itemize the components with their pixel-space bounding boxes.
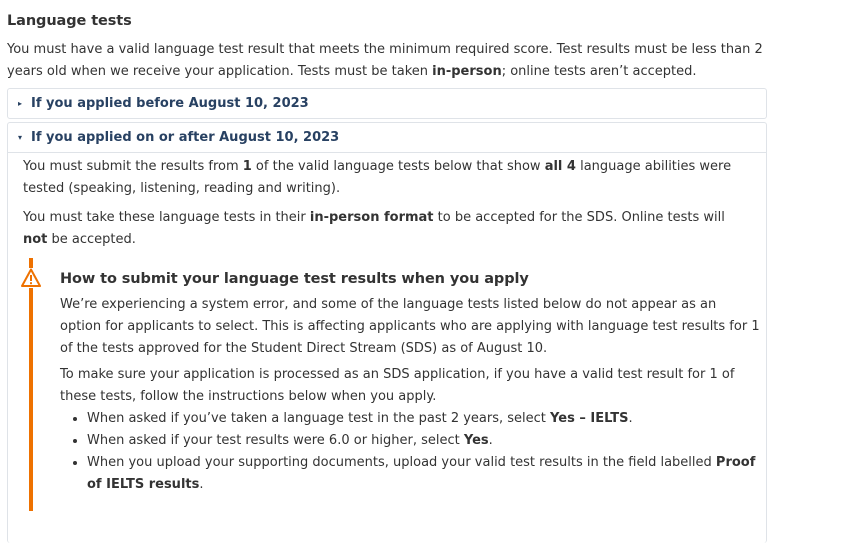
alert-instructions-list: When asked if you’ve taken a language te… [60, 408, 760, 496]
warning-icon [21, 268, 41, 288]
alert-paragraph-1: We’re experiencing a system error, and s… [60, 297, 760, 356]
text: be accepted. [47, 232, 136, 247]
details-summary-label: If you applied on or after August 10, 20… [31, 130, 340, 145]
triangle-down-icon: ▾ [18, 133, 23, 142]
alert-accent-bar [29, 258, 33, 511]
emphasis: in-person format [309, 210, 434, 225]
text: When asked if you’ve taken a language te… [87, 411, 551, 426]
page: Language tests You must have a valid lan… [7, 0, 769, 543]
list-item: When asked if you’ve taken a language te… [87, 408, 760, 430]
emphasis: Yes [463, 433, 489, 448]
details-paragraph-2: You must take these language tests in th… [23, 207, 753, 251]
emphasis: Yes – IELTS [550, 411, 629, 426]
list-item: When asked if your test results were 6.0… [87, 430, 760, 452]
alert-title: How to submit your language test results… [60, 271, 529, 287]
details-summary-before[interactable]: ▸ If you applied before August 10, 2023 [8, 89, 766, 118]
emphasis: all 4 [544, 159, 576, 174]
details-summary-after[interactable]: ▾ If you applied on or after August 10, … [8, 123, 766, 153]
text: You must submit the results from [23, 159, 243, 174]
text: to be accepted for the SDS. Online tests… [433, 210, 725, 225]
emphasis: 1 [242, 159, 252, 174]
text: You must take these language tests in th… [23, 210, 310, 225]
text: . [488, 433, 493, 448]
details-paragraph-1: You must submit the results from 1 of th… [23, 156, 753, 200]
intro-text-end: ; online tests aren’t accepted. [501, 64, 697, 79]
text: . [628, 411, 633, 426]
intro-emphasis: in-person [432, 64, 502, 79]
alert-content: How to submit your language test results… [60, 258, 760, 496]
text: of the valid language tests below that s… [251, 159, 545, 174]
list-item: When you upload your supporting document… [87, 452, 760, 496]
text: When asked if your test results were 6.0… [87, 433, 464, 448]
text: . [199, 477, 204, 492]
text: When you upload your supporting document… [87, 455, 716, 470]
alert-paragraph-2: To make sure your application is process… [60, 367, 735, 404]
triangle-right-icon: ▸ [18, 99, 23, 108]
details-before-aug-10: ▸ If you applied before August 10, 2023 [7, 88, 767, 119]
section-heading: Language tests [7, 13, 132, 29]
intro-paragraph: You must have a valid language test resu… [7, 39, 769, 83]
details-summary-label: If you applied before August 10, 2023 [31, 96, 309, 111]
emphasis: not [23, 232, 48, 247]
